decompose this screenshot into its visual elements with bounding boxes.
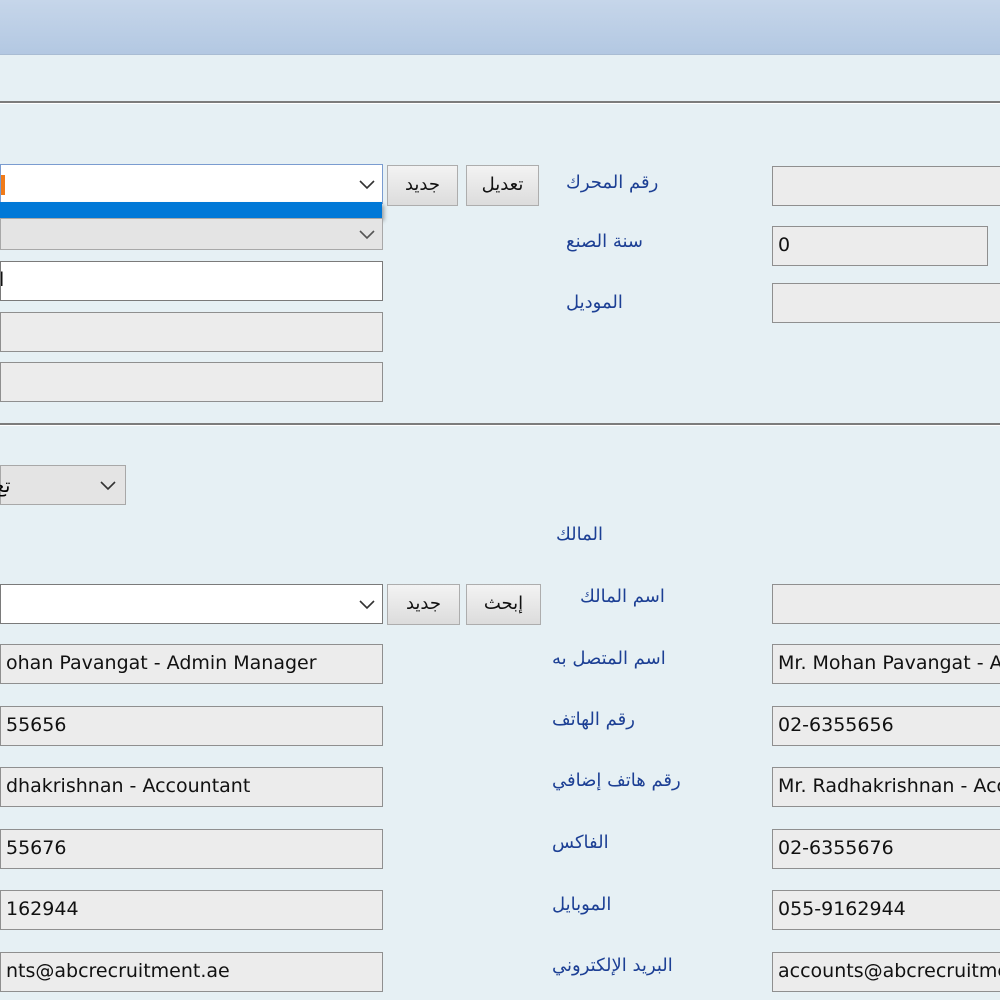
phone-right-field[interactable]: 02-6355656 <box>772 706 1000 746</box>
fax-left-field[interactable]: 55676 <box>0 829 383 869</box>
vehicle-field-3[interactable] <box>0 312 383 352</box>
window-title-bar <box>0 0 1000 55</box>
contact-name-label: اسم المتصل به <box>552 648 666 669</box>
engine-number-input[interactable] <box>772 166 1000 206</box>
contact-name-left-field[interactable]: ohan Pavangat - Admin Manager <box>0 644 383 684</box>
extra-phone-left-field[interactable]: dhakrishnan - Accountant <box>0 767 383 807</box>
phone-left-field[interactable]: 55656 <box>0 706 383 746</box>
dropdown-selected-item[interactable] <box>0 202 382 218</box>
owner-name-combo[interactable] <box>0 584 383 624</box>
fax-right-field[interactable]: 02-6355676 <box>772 829 1000 869</box>
email-label: البريد الإلكتروني <box>552 955 673 976</box>
vehicle-new-button[interactable]: جديد <box>387 165 458 206</box>
combo-marker-icon <box>1 175 5 195</box>
contact-name-right-field[interactable]: Mr. Mohan Pavangat - A <box>772 644 1000 684</box>
email-right-field[interactable]: accounts@abcrecruitme <box>772 952 1000 992</box>
manufacture-year-input[interactable]: 0 <box>772 226 988 266</box>
chevron-down-icon[interactable] <box>98 480 118 492</box>
middle-separator <box>0 423 1000 426</box>
mobile-left-field[interactable]: 162944 <box>0 890 383 930</box>
manufacture-year-label: سنة الصنع <box>566 231 643 252</box>
engine-number-label: رقم المحرك <box>566 172 659 193</box>
mobile-label: الموبايل <box>552 894 612 915</box>
extra-phone-label: رقم هاتف إضافي <box>552 770 681 791</box>
vehicle-combo-2[interactable] <box>0 218 383 250</box>
owner-search-button[interactable]: إبحث <box>466 584 541 625</box>
top-separator <box>0 101 1000 104</box>
owner-heading: المالك <box>556 524 604 545</box>
owner-type-combo[interactable]: تع <box>0 465 126 505</box>
vehicle-text-field[interactable]: ا <box>0 261 383 301</box>
vehicle-field-4[interactable] <box>0 362 383 402</box>
email-left-field[interactable]: nts@abcrecruitment.ae <box>0 952 383 992</box>
vehicle-combo[interactable] <box>0 164 383 204</box>
vehicle-edit-button[interactable]: تعديل <box>466 165 539 206</box>
owner-type-value: تع <box>0 475 11 497</box>
chevron-down-icon[interactable] <box>357 599 377 611</box>
chevron-down-icon[interactable] <box>357 179 377 191</box>
fax-label: الفاكس <box>552 832 609 853</box>
model-label: الموديل <box>566 292 623 313</box>
owner-new-button[interactable]: جديد <box>387 584 460 625</box>
phone-label: رقم الهاتف <box>552 709 635 730</box>
model-input[interactable] <box>772 283 1000 323</box>
owner-name-label: اسم المالك <box>580 586 665 607</box>
owner-name-input[interactable] <box>772 584 1000 624</box>
mobile-right-field[interactable]: 055-9162944 <box>772 890 1000 930</box>
extra-phone-right-field[interactable]: Mr. Radhakrishnan - Acc <box>772 767 1000 807</box>
chevron-down-icon[interactable] <box>357 229 377 241</box>
vehicle-text-value: ا <box>1 262 4 298</box>
